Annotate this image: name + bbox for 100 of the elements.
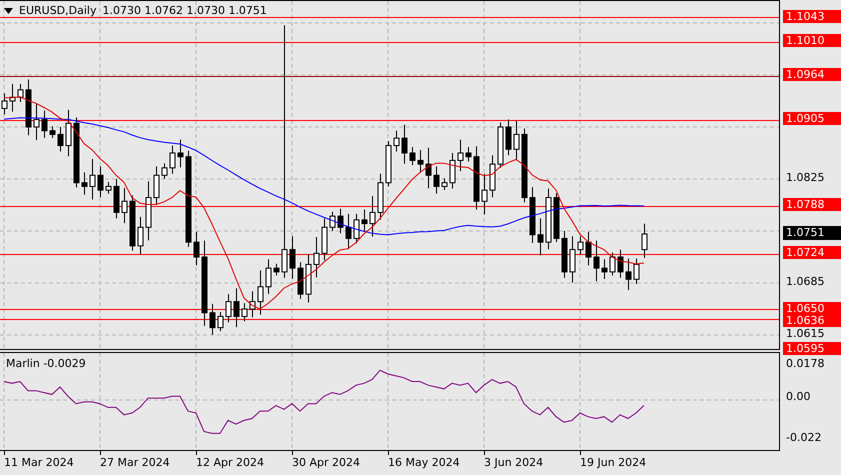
candle [530, 186, 536, 244]
candle [234, 288, 240, 328]
candle [226, 294, 232, 323]
candle [642, 223, 648, 258]
indicator-label: Marlin -0.0029 [6, 357, 86, 370]
candle [338, 208, 344, 234]
candle [618, 249, 624, 278]
candle [2, 93, 8, 115]
candle [42, 110, 48, 138]
candle [578, 236, 584, 255]
candle [634, 258, 640, 285]
candle [482, 173, 488, 215]
level-price-label: 1.0905 [783, 112, 841, 125]
candle [290, 236, 296, 280]
candle [26, 78, 32, 136]
chart-symbol: EURUSD,Daily [19, 4, 96, 17]
candle [266, 258, 272, 294]
level-price-label: 1.0788 [783, 198, 841, 211]
date-label: 3 Jun 2024 [484, 456, 544, 469]
candle [178, 139, 184, 168]
candle [394, 130, 400, 152]
candle [98, 166, 104, 198]
candle [450, 152, 456, 190]
candle [538, 218, 544, 256]
candle [50, 126, 56, 138]
indicator-tick-label: 0.0178 [786, 356, 824, 372]
candle [554, 192, 560, 242]
candle [58, 126, 64, 152]
candle [514, 120, 520, 160]
date-label: 16 May 2024 [388, 456, 460, 469]
level-price-label: 1.0595 [783, 342, 841, 355]
candle [434, 166, 440, 194]
candle [162, 162, 168, 180]
candle [354, 213, 360, 244]
candle [210, 303, 216, 336]
candle [466, 146, 472, 162]
candle [362, 208, 368, 232]
candle [146, 180, 152, 241]
candle [194, 231, 200, 266]
indicator-tick-label: -0.022 [786, 430, 822, 446]
candle [250, 290, 256, 318]
candle [442, 178, 448, 190]
candle [306, 254, 312, 303]
candle [426, 147, 432, 189]
date-label: 30 Apr 2024 [292, 456, 360, 469]
candle [242, 302, 248, 322]
date-label: 27 Mar 2024 [100, 456, 170, 469]
candle [90, 158, 96, 200]
indicator-tick-label: 0.00 [786, 389, 810, 405]
candle [114, 178, 120, 219]
candle [458, 139, 464, 172]
candle [298, 262, 304, 300]
level-price-label: 1.0650 [783, 302, 841, 315]
candle [330, 211, 336, 232]
candle [370, 196, 376, 238]
candle [154, 166, 160, 206]
candle [274, 263, 280, 276]
candle [602, 258, 608, 280]
level-price-label: 1.0636 [783, 314, 841, 327]
price-tick-label: 1.0825 [786, 170, 824, 186]
candle [586, 231, 592, 266]
level-price-label: 1.0964 [783, 68, 841, 81]
date-label: 12 Apr 2024 [196, 456, 264, 469]
candle [314, 236, 320, 278]
candle [66, 109, 72, 157]
level-price-label: 1.1010 [783, 34, 841, 47]
candle [410, 146, 416, 166]
candle [322, 218, 328, 261]
candle [138, 216, 144, 255]
candle [82, 172, 88, 196]
candle [106, 181, 112, 194]
triangle-icon[interactable] [4, 8, 13, 14]
ohlc-values: 1.0730 1.0762 1.0730 1.0751 [102, 4, 267, 17]
candle [34, 102, 40, 141]
candle [474, 146, 480, 210]
level-price-label: 1.1043 [783, 10, 841, 23]
candle [402, 124, 408, 164]
date-label: 19 Jun 2024 [580, 456, 646, 469]
level-price-label: 1.0724 [783, 246, 841, 259]
candle [506, 119, 512, 156]
candle [122, 187, 128, 224]
candle [170, 145, 176, 174]
price-tick-label: 1.0615 [786, 326, 824, 342]
candle [74, 116, 80, 188]
date-label: 11 Mar 2024 [4, 456, 74, 469]
candle [546, 188, 552, 250]
candle [18, 83, 24, 103]
candle [490, 154, 496, 198]
price-tick-label: 1.0685 [786, 274, 824, 290]
candle [594, 240, 600, 282]
candle [378, 173, 384, 220]
candle [386, 140, 392, 187]
candle [570, 236, 576, 284]
candle [346, 213, 352, 250]
current-price-label: 1.0751 [783, 226, 841, 240]
candle [418, 150, 424, 173]
candle [610, 252, 616, 276]
candle [10, 83, 16, 112]
candle [626, 258, 632, 290]
candle [258, 270, 264, 316]
